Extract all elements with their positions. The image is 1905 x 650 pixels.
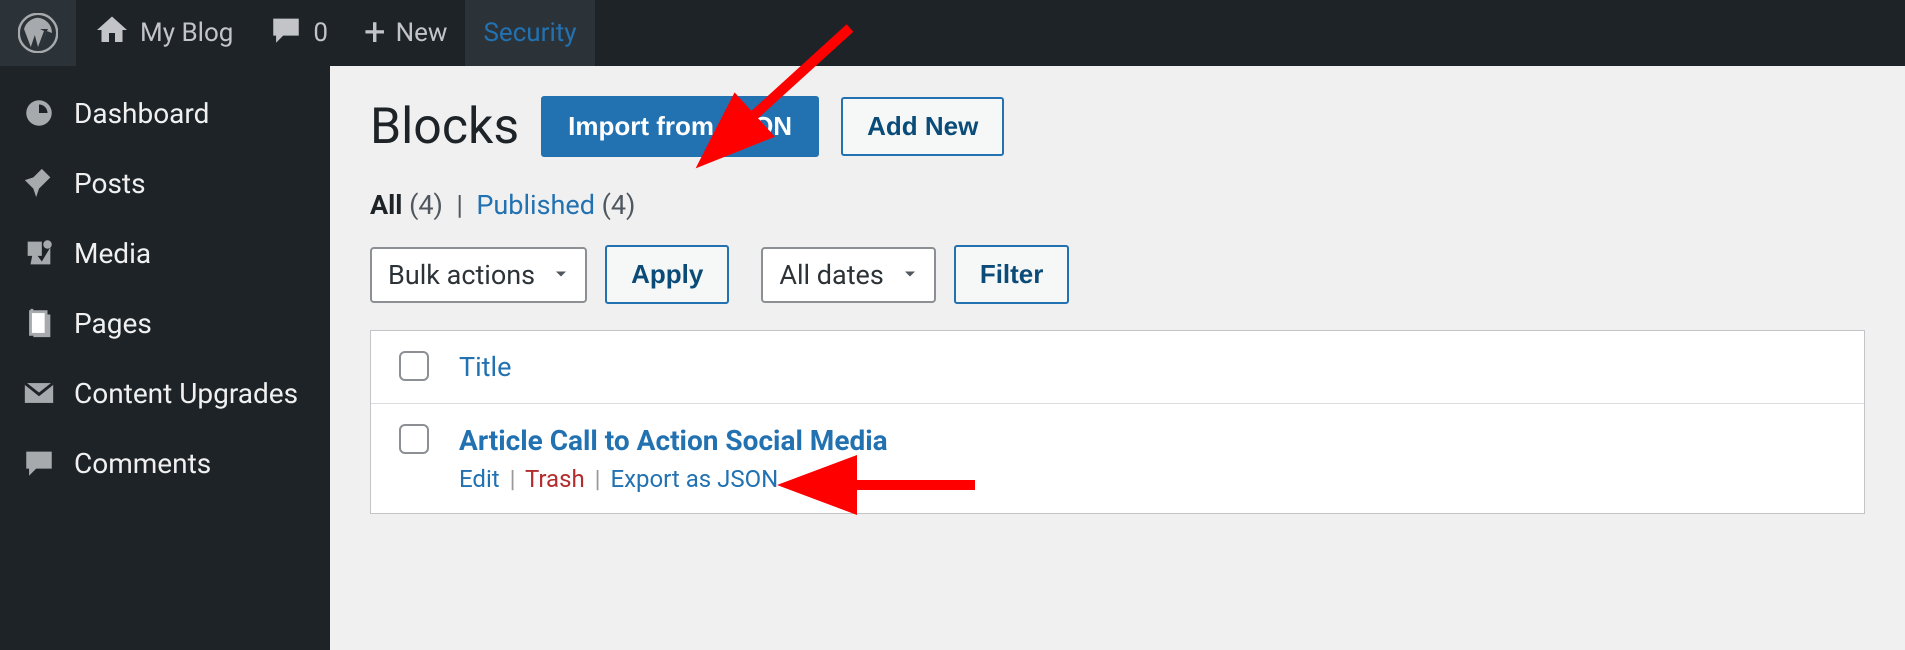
select-all-cell — [399, 351, 459, 381]
media-icon — [22, 236, 56, 270]
table-row: Article Call to Action Social Media Edit… — [371, 404, 1864, 513]
dashboard-icon — [22, 96, 56, 130]
select-all-checkbox[interactable] — [399, 351, 429, 381]
page-title: Blocks — [370, 98, 519, 156]
admin-bar: My Blog 0 + New Security — [0, 0, 1905, 66]
bulk-actions-label: Bulk actions — [388, 259, 535, 291]
list-table: Title Article Call to Action Social Medi… — [370, 330, 1865, 514]
adminbar-site[interactable]: My Blog — [76, 0, 251, 66]
table-header-row: Title — [371, 331, 1864, 404]
home-icon — [94, 12, 130, 55]
dates-select[interactable]: All dates — [761, 247, 935, 303]
chevron-down-icon — [900, 259, 920, 291]
row-action-export-json[interactable]: Export as JSON — [610, 465, 778, 493]
sidebar-item-label: Pages — [74, 307, 152, 340]
security-label: Security — [483, 18, 576, 48]
row-actions: Edit | Trash | Export as JSON — [459, 465, 1836, 493]
pages-icon — [22, 306, 56, 340]
sidebar-item-dashboard[interactable]: Dashboard — [0, 78, 330, 148]
chevron-down-icon — [551, 259, 571, 291]
filter-all-count: (4) — [409, 189, 443, 221]
adminbar-new[interactable]: + New — [346, 0, 465, 66]
speech-icon — [22, 446, 56, 480]
sidebar-item-label: Posts — [74, 167, 146, 200]
column-title-header[interactable]: Title — [459, 351, 511, 383]
row-title-link[interactable]: Article Call to Action Social Media — [459, 424, 1836, 457]
add-new-button[interactable]: Add New — [841, 97, 1004, 156]
row-action-sep: | — [510, 465, 516, 493]
sidebar-item-posts[interactable]: Posts — [0, 148, 330, 218]
speech-icon — [269, 13, 303, 54]
comments-count: 0 — [313, 18, 328, 48]
sidebar-item-label: Content Upgrades — [74, 377, 298, 410]
pin-icon — [22, 166, 56, 200]
filter-links: All (4) | Published (4) — [370, 189, 1865, 221]
main-content: Blocks Import from JSON Add New All (4) … — [330, 66, 1905, 650]
plus-icon: + — [364, 14, 386, 52]
apply-button[interactable]: Apply — [605, 245, 729, 304]
row-checkbox-cell — [399, 424, 459, 454]
row-action-edit[interactable]: Edit — [459, 465, 500, 493]
page-header: Blocks Import from JSON Add New — [370, 96, 1865, 157]
filter-published-label: Published — [476, 189, 595, 221]
filter-published-link[interactable]: Published — [476, 189, 595, 221]
bulk-actions-select[interactable]: Bulk actions — [370, 247, 587, 303]
mail-icon — [22, 376, 56, 410]
admin-sidebar: Dashboard Posts Media Pages Content Upgr… — [0, 66, 330, 650]
filter-published-count: (4) — [602, 189, 636, 221]
import-json-button[interactable]: Import from JSON — [541, 96, 819, 157]
sidebar-item-label: Media — [74, 237, 151, 270]
dates-label: All dates — [779, 259, 883, 291]
wp-logo[interactable] — [0, 0, 76, 66]
row-action-trash[interactable]: Trash — [525, 465, 585, 493]
sidebar-item-label: Dashboard — [74, 97, 209, 130]
sidebar-item-label: Comments — [74, 447, 211, 480]
sidebar-item-comments[interactable]: Comments — [0, 428, 330, 498]
row-action-sep: | — [595, 465, 601, 493]
filter-all-label[interactable]: All — [370, 189, 402, 221]
wordpress-icon — [18, 13, 58, 53]
site-name: My Blog — [140, 18, 233, 48]
row-checkbox[interactable] — [399, 424, 429, 454]
pipe: | — [456, 189, 463, 221]
adminbar-security[interactable]: Security — [465, 0, 594, 66]
table-nav: Bulk actions Apply All dates Filter — [370, 245, 1865, 304]
new-label: New — [396, 18, 448, 48]
adminbar-comments[interactable]: 0 — [251, 0, 346, 66]
sidebar-item-media[interactable]: Media — [0, 218, 330, 288]
sidebar-item-pages[interactable]: Pages — [0, 288, 330, 358]
sidebar-item-content-upgrades[interactable]: Content Upgrades — [0, 358, 330, 428]
filter-button[interactable]: Filter — [954, 245, 1070, 304]
